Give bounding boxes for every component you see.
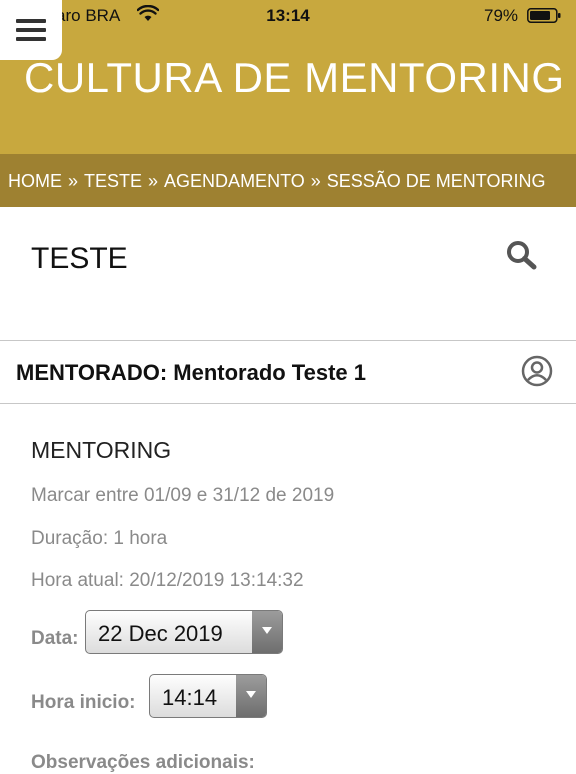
breadcrumb-separator: »: [68, 171, 79, 191]
breadcrumb-teste[interactable]: TESTE: [84, 171, 142, 191]
divider: [0, 340, 576, 341]
menu-button[interactable]: [0, 0, 62, 60]
start-time-label: Hora inicio:: [31, 692, 136, 713]
chevron-down-icon: [252, 611, 282, 653]
status-bar: Claro BRA 13:14 79%: [0, 0, 576, 30]
site-header: Claro BRA 13:14 79% CULTURA DE MENTORING: [0, 0, 576, 154]
mentorado-label: MENTORADO: Mentorado Teste 1: [16, 360, 366, 385]
duration-text: Duração: 1 hora: [31, 528, 168, 549]
current-time-text: Hora atual: 20/12/2019 13:14:32: [31, 570, 304, 591]
schedule-window-text: Marcar entre 01/09 e 31/12 de 2019: [31, 485, 335, 506]
chevron-down-icon: [236, 675, 266, 717]
start-time-value: 14:14: [162, 685, 218, 710]
divider: [0, 403, 576, 404]
date-label: Data:: [31, 628, 79, 649]
search-icon[interactable]: [506, 240, 538, 270]
date-select-value: 22 Dec 2019: [98, 621, 223, 646]
breadcrumb-separator: »: [310, 171, 321, 191]
breadcrumb-home[interactable]: HOME: [8, 171, 62, 191]
page-title: TESTE: [31, 242, 128, 275]
notes-label: Observações adicionais:: [31, 752, 255, 773]
breadcrumb-separator: »: [148, 171, 159, 191]
menu-icon: [16, 19, 46, 41]
breadcrumb: HOME» TESTE» AGENDAMENTO» SESSÃO DE MENTORI…: [0, 154, 576, 207]
breadcrumb-agendamento[interactable]: AGENDAMENTO: [164, 171, 305, 191]
start-time-select[interactable]: 14:14: [149, 674, 267, 718]
wifi-icon: [137, 5, 159, 21]
section-title: MENTORING: [31, 437, 172, 463]
site-title: CULTURA DE MENTORING: [24, 54, 565, 101]
date-select[interactable]: 22 Dec 2019: [85, 610, 283, 654]
battery-percent: 79%: [484, 6, 519, 25]
battery-icon: [527, 8, 561, 23]
user-icon[interactable]: [521, 355, 553, 387]
breadcrumb-current: SESSÃO DE MENTORING: [326, 171, 546, 191]
